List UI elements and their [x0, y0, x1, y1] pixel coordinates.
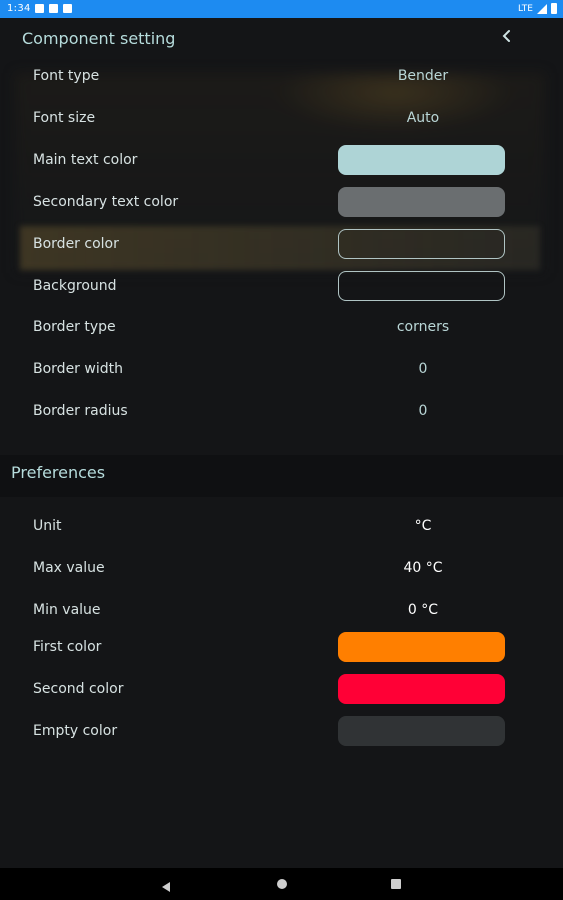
border-radius-row[interactable]: Border radius 0 [33, 396, 513, 428]
max-value-label: Max value [33, 560, 105, 576]
preferences-title: Preferences [11, 463, 106, 482]
unit-label: Unit [33, 518, 62, 534]
empty-color-swatch[interactable] [338, 716, 505, 746]
font-type-value[interactable]: Bender [338, 68, 508, 84]
border-type-row[interactable]: Border type corners [33, 312, 513, 344]
empty-color-label: Empty color [33, 723, 118, 739]
system-nav-bar [0, 868, 563, 900]
sim-icon [49, 4, 58, 13]
main-text-color-swatch[interactable] [338, 145, 505, 175]
border-type-value[interactable]: corners [338, 319, 508, 335]
border-color-swatch[interactable] [338, 229, 505, 259]
second-color-row[interactable]: Second color [33, 674, 513, 706]
max-value-value[interactable]: 40 °C [338, 560, 508, 576]
back-button[interactable] [497, 26, 517, 46]
font-size-value[interactable]: Auto [338, 110, 508, 126]
border-radius-label: Border radius [33, 403, 128, 419]
notification-icon [35, 4, 44, 13]
nav-back-button[interactable] [160, 878, 172, 897]
secondary-text-color-row[interactable]: Secondary text color [33, 187, 513, 219]
border-width-label: Border width [33, 361, 123, 377]
first-color-row[interactable]: First color [33, 632, 513, 664]
font-type-row[interactable]: Font type Bender [33, 61, 513, 93]
font-size-label: Font size [33, 110, 96, 126]
secondary-text-color-swatch[interactable] [338, 187, 505, 217]
status-system-icons: LTE [518, 3, 557, 14]
status-notification-icons [35, 4, 72, 13]
max-value-row[interactable]: Max value 40 °C [33, 553, 513, 585]
border-width-value[interactable]: 0 [338, 361, 508, 377]
main-text-color-row[interactable]: Main text color [33, 145, 513, 177]
battery-icon [551, 3, 557, 14]
second-color-label: Second color [33, 681, 124, 697]
chevron-left-icon [502, 30, 510, 42]
status-bar: 1:34 LTE [0, 0, 563, 18]
empty-color-row[interactable]: Empty color [33, 716, 513, 748]
first-color-swatch[interactable] [338, 632, 505, 662]
background-label: Background [33, 278, 117, 294]
second-color-swatch[interactable] [338, 674, 505, 704]
home-circle-icon[interactable] [277, 879, 287, 889]
min-value-label: Min value [33, 602, 101, 618]
panel-header: Component setting [0, 18, 563, 56]
first-color-label: First color [33, 639, 102, 655]
border-radius-value[interactable]: 0 [338, 403, 508, 419]
border-type-label: Border type [33, 319, 116, 335]
status-time: 1:34 [7, 3, 31, 14]
page-title: Component setting [22, 29, 176, 48]
border-color-row[interactable]: Border color [33, 229, 513, 261]
font-type-label: Font type [33, 68, 100, 84]
border-color-label: Border color [33, 236, 119, 252]
settings-panel: Component setting Font type Bender Font … [0, 18, 563, 868]
sync-icon [63, 4, 72, 13]
unit-value[interactable]: °C [338, 518, 508, 534]
secondary-text-color-label: Secondary text color [33, 194, 179, 210]
background-swatch[interactable] [338, 271, 505, 301]
min-value-value[interactable]: 0 °C [338, 602, 508, 618]
recents-square-icon[interactable] [391, 879, 401, 889]
main-text-color-label: Main text color [33, 152, 138, 168]
back-triangle-icon [162, 882, 170, 892]
signal-icon [537, 3, 547, 14]
border-width-row[interactable]: Border width 0 [33, 354, 513, 386]
font-size-row[interactable]: Font size Auto [33, 103, 513, 135]
network-type: LTE [518, 3, 533, 14]
min-value-row[interactable]: Min value 0 °C [33, 595, 513, 627]
background-row[interactable]: Background [33, 271, 513, 303]
unit-row[interactable]: Unit °C [33, 511, 513, 543]
